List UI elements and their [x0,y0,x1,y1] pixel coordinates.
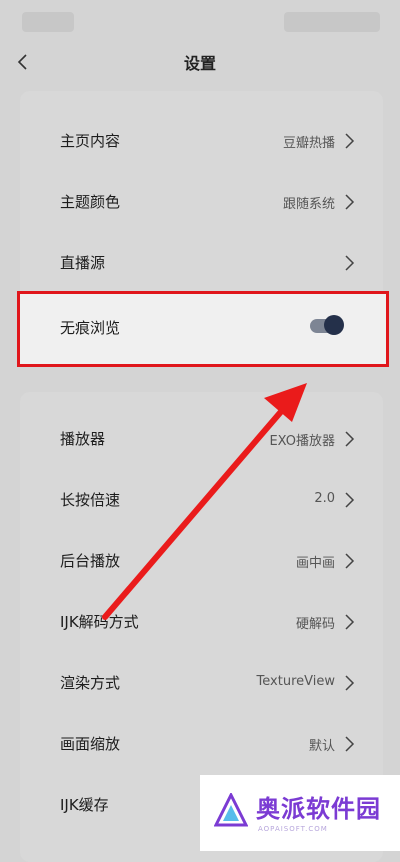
setting-label: 渲染方式 [60,674,121,692]
chevron-right-icon [345,255,355,271]
setting-row-player[interactable]: 播放器 EXO播放器 [20,419,383,459]
chevron-right-icon [345,614,355,630]
watermark: 奥派软件园 AOPAISOFT.COM [200,775,400,851]
setting-label: 主题颜色 [60,193,121,211]
setting-value: EXO播放器 [269,434,335,449]
watermark-url: AOPAISOFT.COM [258,825,328,833]
setting-value: TextureView [256,674,335,689]
chevron-right-icon [345,553,355,569]
setting-label: 直播源 [60,254,106,272]
setting-row-long-press-speed[interactable]: 长按倍速 2.0 [20,480,383,520]
status-time [22,12,74,32]
setting-label: 无痕浏览 [60,319,121,337]
setting-row-render-mode[interactable]: 渲染方式 TextureView [20,663,383,703]
setting-row-ijk-decode[interactable]: IJK解码方式 硬解码 [20,602,383,642]
setting-label: 长按倍速 [60,491,121,509]
setting-value: 豆瓣热播 [282,136,335,151]
setting-label: 主页内容 [60,132,121,150]
setting-value: 画中画 [295,556,335,571]
chevron-right-icon [345,675,355,691]
setting-row-theme-color[interactable]: 主题颜色 跟随系统 [20,182,383,222]
chevron-right-icon [345,431,355,447]
setting-value: 硬解码 [295,617,335,632]
setting-label: IJK缓存 [60,796,109,814]
incognito-toggle[interactable] [310,315,346,335]
setting-value: 跟随系统 [282,197,335,212]
chevron-right-icon [345,736,355,752]
setting-label: IJK解码方式 [60,613,139,631]
chevron-right-icon [345,133,355,149]
header: 设置 [0,44,400,80]
setting-row-live-source[interactable]: 直播源 [20,243,383,283]
highlight-box-incognito: 无痕浏览 [17,291,389,367]
setting-value: 2.0 [314,491,335,506]
brand-logo-icon [214,793,248,827]
chevron-right-icon [345,492,355,508]
toggle-knob [324,315,344,335]
setting-row-screen-scale[interactable]: 画面缩放 默认 [20,724,383,764]
setting-row-home-content[interactable]: 主页内容 豆瓣热播 [20,121,383,161]
setting-label: 后台播放 [60,552,121,570]
setting-value: 默认 [308,739,335,754]
chevron-right-icon [345,194,355,210]
watermark-text: 奥派软件园 [256,795,381,823]
page-title: 设置 [183,54,216,73]
setting-label: 画面缩放 [60,735,121,753]
setting-label: 播放器 [60,430,106,448]
status-bar [0,0,400,44]
status-icons [284,12,380,32]
setting-row-background-play[interactable]: 后台播放 画中画 [20,541,383,581]
